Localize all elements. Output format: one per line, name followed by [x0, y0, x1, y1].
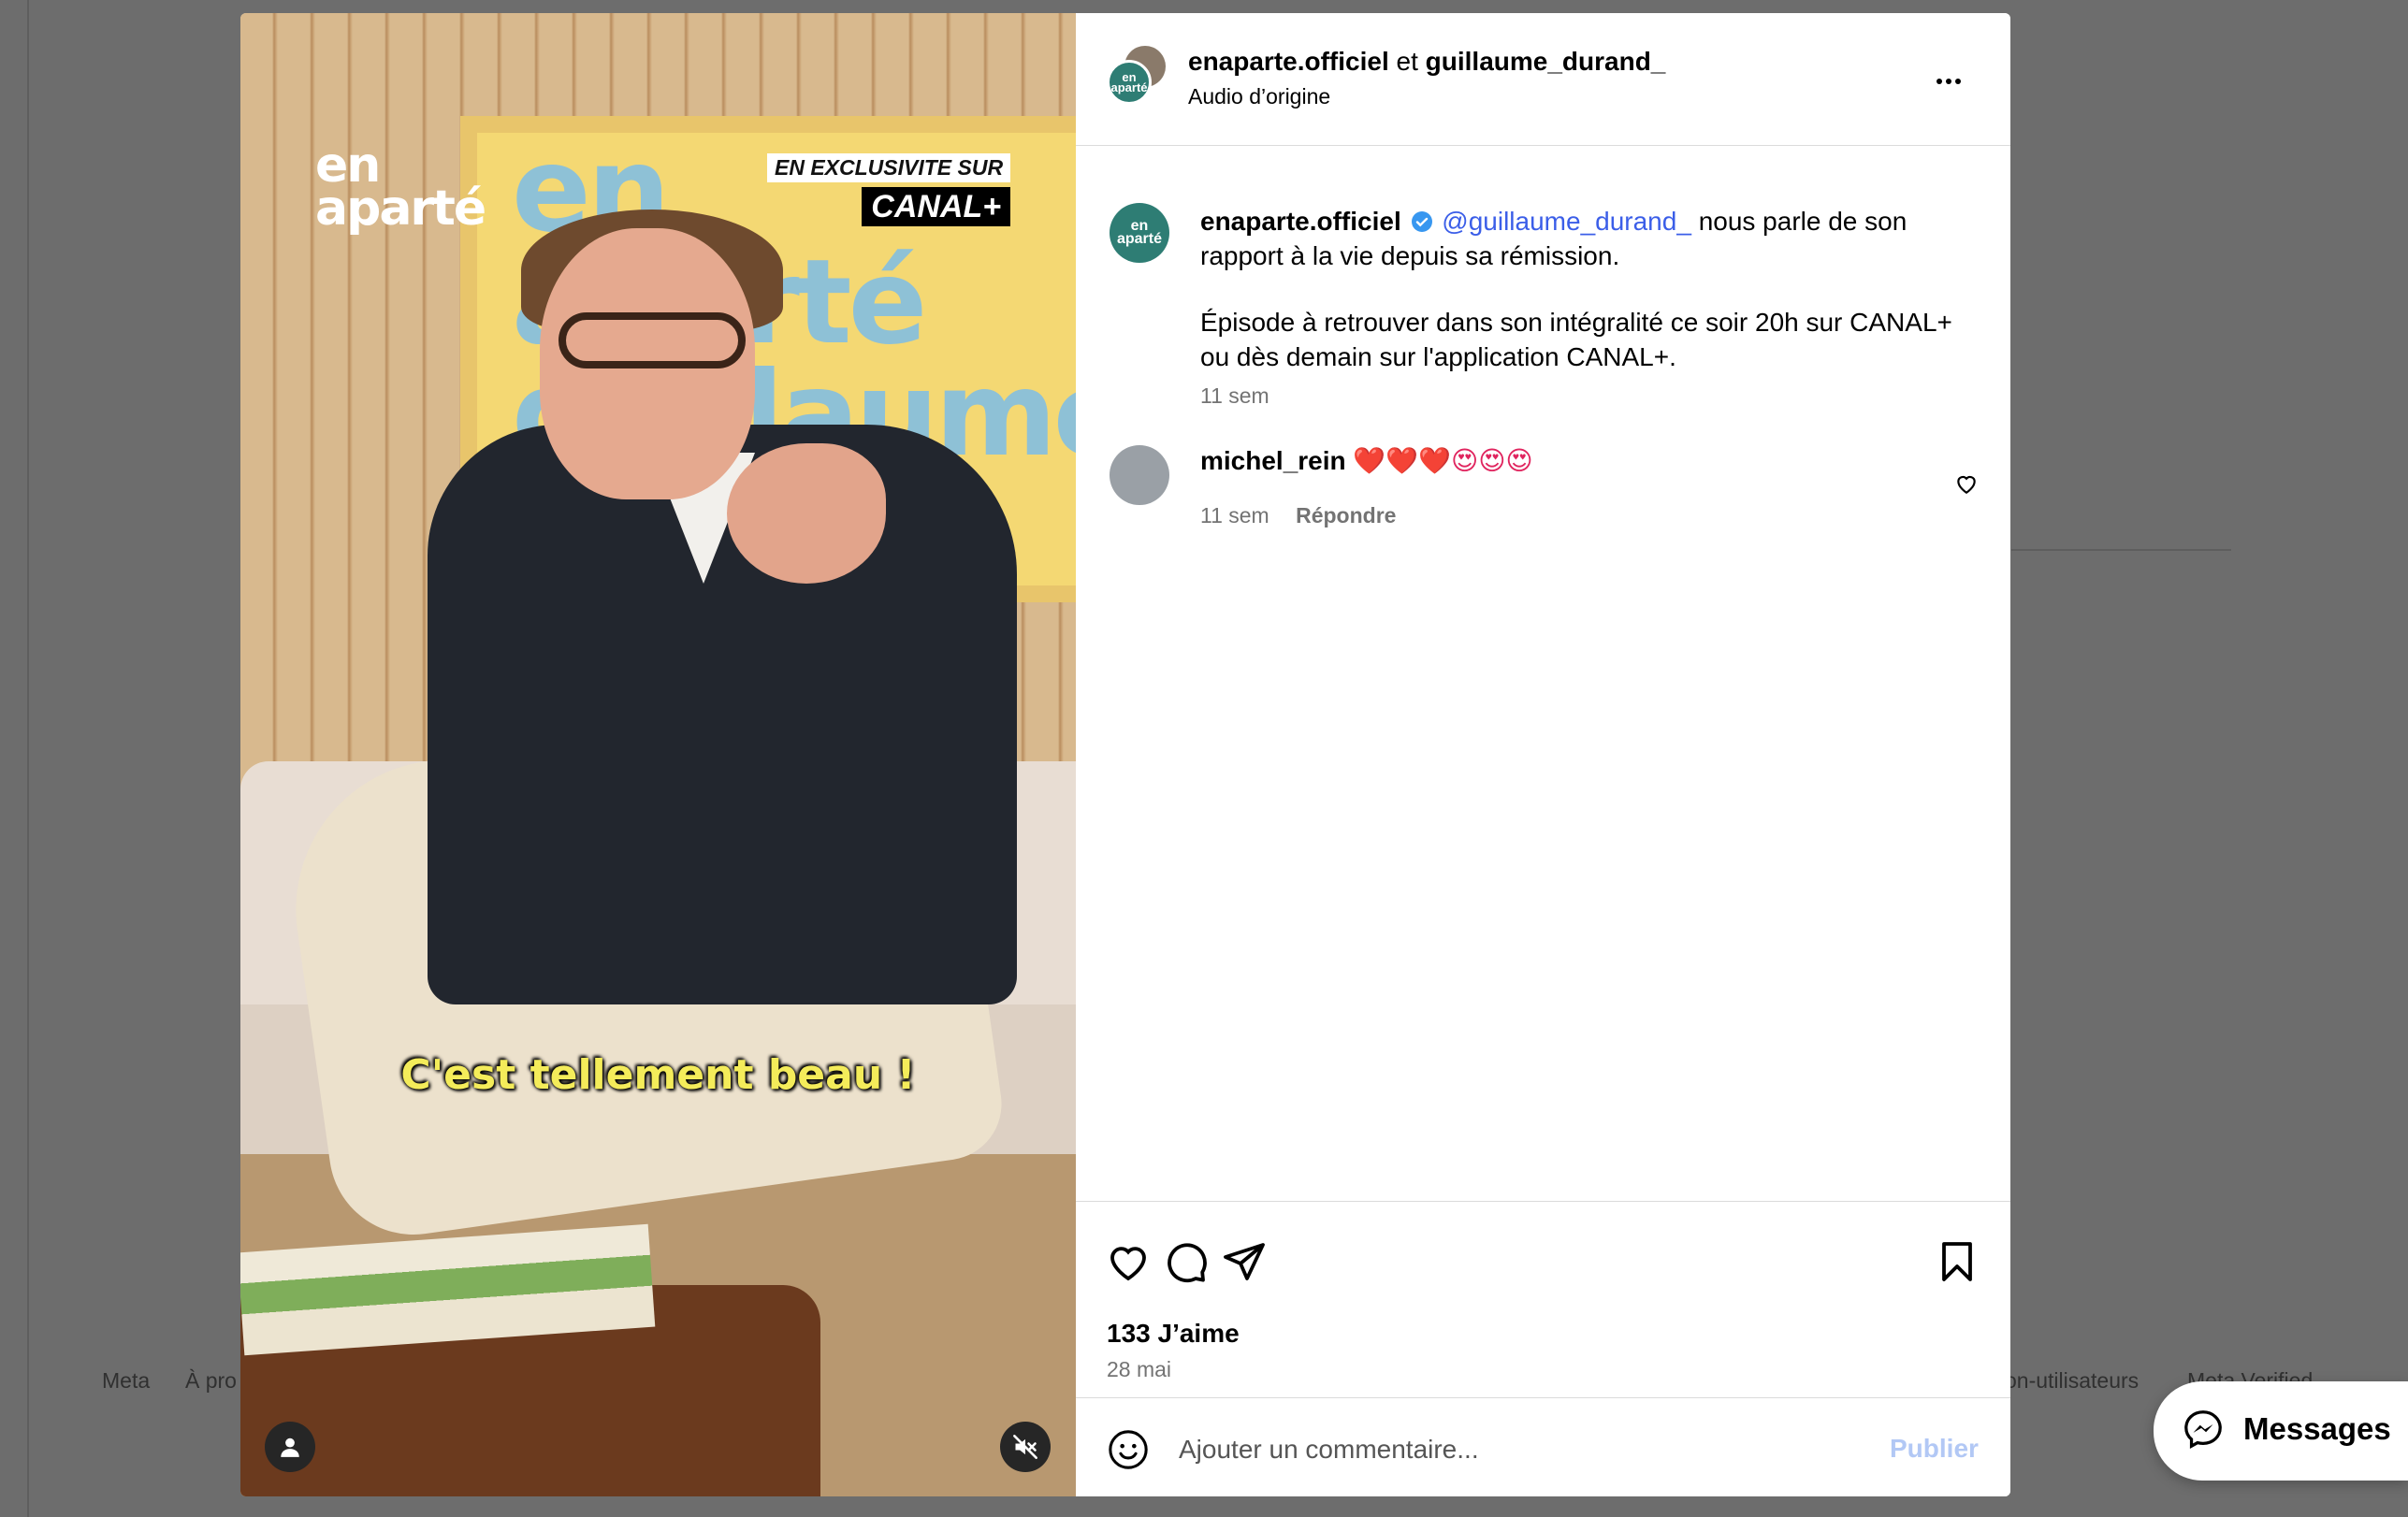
comment-like-heart-icon[interactable]	[1954, 471, 1979, 496]
audio-link[interactable]: Audio d’origine	[1188, 84, 1330, 109]
logo-line-2: aparté	[315, 181, 486, 237]
footer-link-about[interactable]: À pro	[185, 1368, 237, 1394]
commenter-username[interactable]: michel_rein	[1200, 446, 1346, 475]
messenger-icon	[2184, 1410, 2222, 1449]
reply-button[interactable]: Répondre	[1296, 503, 1396, 527]
share-paper-plane-icon[interactable]	[1222, 1239, 1267, 1284]
video-person-glasses	[558, 312, 746, 368]
emoji-smiley-icon[interactable]	[1107, 1428, 1150, 1471]
exclusive-label: EN EXCLUSIVITE SUR	[767, 153, 1011, 182]
messages-label: Messages	[2243, 1411, 2391, 1446]
save-bookmark-icon[interactable]	[1935, 1239, 1980, 1284]
en-aparte-logo: en aparté	[315, 141, 486, 237]
authors-joiner: et	[1396, 47, 1418, 76]
canal-plus-logo: CANAL+	[862, 187, 1011, 226]
more-dot-icon	[1955, 79, 1961, 84]
comment-body: ❤️❤️❤️😍😍😍	[1353, 446, 1533, 475]
footer-link-meta[interactable]: Meta	[102, 1368, 150, 1394]
reel-video[interactable]: enapartéguillaumedurand en aparté EN EXC…	[240, 13, 1076, 1496]
mute-button[interactable]	[1000, 1422, 1051, 1472]
collaborator-username[interactable]: guillaume_durand_	[1426, 47, 1666, 76]
user-icon	[281, 1438, 299, 1457]
speaker-muted-icon	[1013, 1435, 1037, 1459]
post-actions: 133 J’aime 28 mai	[1076, 1201, 2010, 1409]
page-border	[27, 0, 29, 1517]
more-dot-icon	[1937, 79, 1942, 84]
post-modal: enapartéguillaumedurand en aparté EN EXC…	[240, 13, 2010, 1496]
add-comment-bar: Publier	[1076, 1397, 2010, 1496]
caption-avatar[interactable]: en aparté	[1110, 203, 1169, 263]
tagged-users-button[interactable]	[265, 1422, 315, 1472]
comment-item: michel_rein ❤️❤️❤️😍😍😍 11 sem Répondre	[1076, 445, 2010, 539]
page-divider	[2011, 549, 2231, 551]
likes-count[interactable]: 133 J’aime	[1107, 1319, 1240, 1349]
caption-mention[interactable]: @guillaume_durand_	[1442, 207, 1691, 236]
post-authors: enaparte.officiel et guillaume_durand_	[1188, 47, 1665, 77]
exclusive-badge: EN EXCLUSIVITE SUR CANAL+	[767, 153, 1011, 226]
more-dot-icon	[1946, 79, 1951, 84]
comment-input[interactable]	[1179, 1426, 1834, 1473]
footer-link-non-users[interactable]: on-utilisateurs	[2005, 1368, 2139, 1394]
author-username[interactable]: enaparte.officiel	[1188, 47, 1389, 76]
verified-badge-icon	[1411, 211, 1432, 232]
video-subtitle: C'est tellement beau !	[400, 1051, 916, 1099]
more-options-button[interactable]	[1930, 67, 1967, 95]
commenter-avatar[interactable]	[1110, 445, 1169, 505]
comment-bubble-icon[interactable]	[1164, 1239, 1209, 1284]
caption-username[interactable]: enaparte.officiel	[1200, 207, 1401, 236]
author-avatar[interactable]: en aparté	[1107, 60, 1152, 105]
post-date[interactable]: 28 mai	[1107, 1357, 1171, 1382]
comment-text: michel_rein ❤️❤️❤️😍😍😍	[1200, 445, 1533, 476]
comment-meta: 11 sem Répondre	[1200, 503, 1396, 528]
post-sidebar: en aparté enaparte.officiel et guillaume…	[1076, 13, 2010, 1496]
video-person-hand	[727, 443, 886, 584]
caption-timestamp[interactable]: 11 sem	[1200, 383, 1269, 409]
like-heart-icon[interactable]	[1106, 1239, 1151, 1284]
caption-body-2: Épisode à retrouver dans son intégralité…	[1200, 308, 1952, 371]
publish-button[interactable]: Publier	[1890, 1434, 1979, 1464]
messages-button[interactable]: Messages	[2154, 1381, 2408, 1481]
post-header: en aparté enaparte.officiel et guillaume…	[1076, 13, 2010, 146]
caption-text: enaparte.officiel @guillaume_durand_ nou…	[1200, 204, 1986, 374]
comment-timestamp[interactable]: 11 sem	[1200, 503, 1269, 527]
